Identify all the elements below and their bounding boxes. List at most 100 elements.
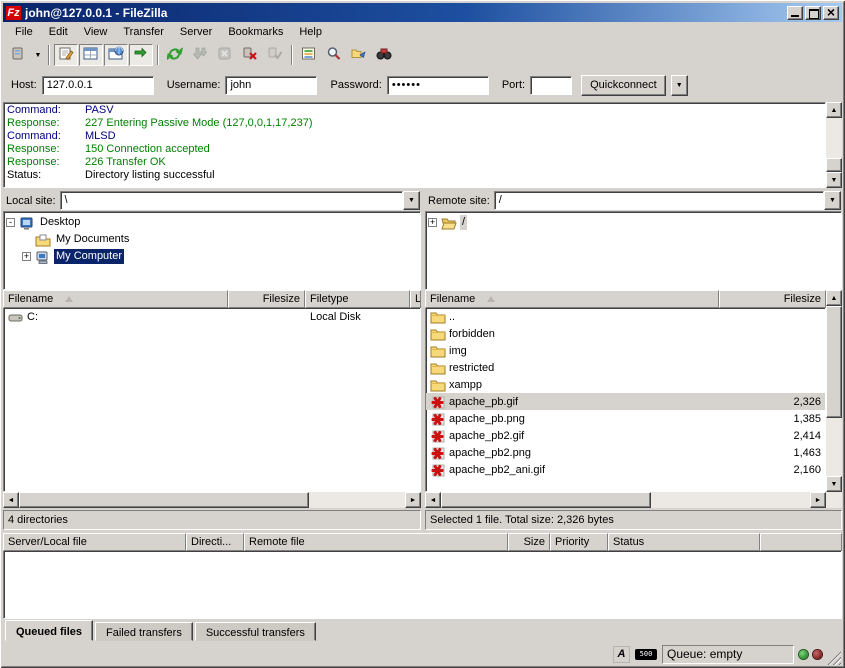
- username-input[interactable]: john: [225, 76, 317, 95]
- scroll-left-button[interactable]: [425, 492, 441, 508]
- reconnect-button[interactable]: [263, 44, 287, 66]
- scrollbar-thumb[interactable]: [826, 158, 842, 172]
- transfer-type-indicator-icon[interactable]: A: [613, 646, 630, 663]
- password-input[interactable]: ••••••: [387, 76, 489, 95]
- scroll-down-button[interactable]: [826, 172, 842, 188]
- menu-transfer[interactable]: Transfer: [115, 24, 172, 40]
- column-filesize[interactable]: Filesize: [719, 290, 826, 308]
- log-vertical-scrollbar[interactable]: [826, 102, 842, 188]
- column-size[interactable]: Size: [508, 533, 550, 551]
- file-row-apache-pb2-ani-gif[interactable]: apache_pb2_ani.gif 2,160: [426, 461, 825, 478]
- file-row-img[interactable]: img: [426, 342, 825, 359]
- local-site-combo[interactable]: \ ▼: [60, 191, 420, 210]
- local-horizontal-scrollbar[interactable]: [3, 492, 421, 508]
- cancel-operation-button[interactable]: [213, 44, 237, 66]
- toggle-local-tree-button[interactable]: [79, 44, 103, 66]
- tree-item-root[interactable]: + /: [428, 214, 841, 231]
- column-direction[interactable]: Directi...: [186, 533, 244, 551]
- remote-list-body: .. forbidden img: [425, 308, 826, 492]
- directory-comparison-button[interactable]: [347, 44, 371, 66]
- scrollbar-thumb[interactable]: [441, 492, 651, 508]
- remote-site-combo[interactable]: / ▼: [494, 191, 841, 210]
- column-server-local-file[interactable]: Server/Local file: [3, 533, 186, 551]
- site-manager-button[interactable]: [7, 44, 31, 66]
- scrollbar-thumb[interactable]: [19, 492, 309, 508]
- local-tree-icon: [83, 46, 99, 64]
- file-row-apache-pb2-png[interactable]: apache_pb2.png 1,463: [426, 444, 825, 461]
- file-row-apache-pb-png[interactable]: apache_pb.png 1,385: [426, 410, 825, 427]
- titlebar[interactable]: Fz john@127.0.0.1 - FileZilla: [3, 3, 842, 22]
- expand-expander[interactable]: +: [22, 252, 31, 261]
- column-status[interactable]: Status: [608, 533, 760, 551]
- column-remote-file[interactable]: Remote file: [244, 533, 508, 551]
- scroll-down-button[interactable]: [826, 476, 842, 492]
- column-filename[interactable]: Filename: [425, 290, 719, 308]
- maximize-button[interactable]: [805, 6, 821, 20]
- remote-horizontal-scrollbar[interactable]: [425, 492, 842, 508]
- file-search-button[interactable]: [322, 44, 346, 66]
- sync-browsing-button[interactable]: [372, 44, 396, 66]
- column-filesize[interactable]: Filesize: [228, 290, 305, 308]
- chevron-down-icon[interactable]: ▼: [824, 191, 841, 210]
- column-filetype[interactable]: Filetype: [305, 290, 410, 308]
- remote-tree-icon: [108, 46, 124, 64]
- file-row-apache-pb2-gif[interactable]: apache_pb2.gif 2,414: [426, 427, 825, 444]
- column-priority[interactable]: Priority: [550, 533, 608, 551]
- scroll-left-button[interactable]: [3, 492, 19, 508]
- resize-grip[interactable]: [827, 651, 841, 665]
- remote-vertical-scrollbar[interactable]: [826, 290, 842, 492]
- scroll-right-button[interactable]: [405, 492, 421, 508]
- remote-site-value[interactable]: /: [494, 191, 824, 210]
- speed-limit-indicator-icon[interactable]: 500: [635, 649, 657, 660]
- toggle-remote-tree-button[interactable]: [104, 44, 128, 66]
- menu-view[interactable]: View: [76, 24, 116, 40]
- menu-file[interactable]: File: [7, 24, 41, 40]
- activity-led-red: [813, 650, 822, 659]
- host-input[interactable]: 127.0.0.1: [42, 76, 154, 95]
- message-log-icon: [58, 46, 74, 64]
- expand-expander[interactable]: +: [428, 218, 437, 227]
- file-row-c-drive[interactable]: C: Local Disk: [4, 308, 420, 325]
- tree-item-my-documents[interactable]: My Documents: [22, 231, 420, 248]
- tab-successful-transfers[interactable]: Successful transfers: [195, 622, 316, 641]
- local-status-text: 4 directories: [8, 514, 68, 526]
- toggle-queue-button[interactable]: [129, 44, 153, 66]
- column-filename[interactable]: Filename: [3, 290, 228, 308]
- scroll-up-button[interactable]: [826, 290, 842, 306]
- close-button[interactable]: [823, 6, 839, 20]
- file-row-forbidden[interactable]: forbidden: [426, 325, 825, 342]
- file-row-restricted[interactable]: restricted: [426, 359, 825, 376]
- collapse-expander[interactable]: -: [6, 218, 15, 227]
- refresh-button[interactable]: [163, 44, 187, 66]
- scroll-up-button[interactable]: [826, 102, 842, 118]
- tab-queued-files[interactable]: Queued files: [5, 620, 93, 641]
- tree-item-my-computer[interactable]: + My Computer: [22, 248, 420, 265]
- file-row-apache-pb-gif[interactable]: apache_pb.gif 2,326: [426, 393, 825, 410]
- process-queue-button[interactable]: [188, 44, 212, 66]
- menu-bookmarks[interactable]: Bookmarks: [220, 24, 291, 40]
- menu-server[interactable]: Server: [172, 24, 220, 40]
- chevron-down-icon[interactable]: ▼: [403, 191, 420, 210]
- minimize-button[interactable]: [787, 6, 803, 20]
- port-label: Port:: [502, 79, 525, 91]
- menu-edit[interactable]: Edit: [41, 24, 76, 40]
- tree-item-desktop[interactable]: - Desktop: [6, 214, 420, 231]
- disconnect-button[interactable]: [238, 44, 262, 66]
- quickconnect-dropdown[interactable]: ▼: [671, 75, 688, 96]
- scroll-right-button[interactable]: [810, 492, 826, 508]
- site-manager-dropdown[interactable]: ▼: [32, 44, 44, 66]
- folder-icon: [430, 327, 446, 341]
- sort-ascending-icon: [65, 296, 73, 302]
- menu-help[interactable]: Help: [291, 24, 330, 40]
- scrollbar-thumb[interactable]: [826, 306, 842, 418]
- column-last-modified[interactable]: L: [410, 290, 421, 308]
- port-input[interactable]: [530, 76, 572, 95]
- file-row-parent-dir[interactable]: ..: [426, 308, 825, 325]
- local-site-value[interactable]: \: [60, 191, 403, 210]
- tab-failed-transfers[interactable]: Failed transfers: [95, 622, 193, 641]
- filter-button[interactable]: [297, 44, 321, 66]
- toggle-log-button[interactable]: [54, 44, 78, 66]
- file-row-xampp[interactable]: xampp: [426, 376, 825, 393]
- binoculars-icon: [376, 46, 392, 64]
- quickconnect-button[interactable]: Quickconnect: [581, 75, 666, 96]
